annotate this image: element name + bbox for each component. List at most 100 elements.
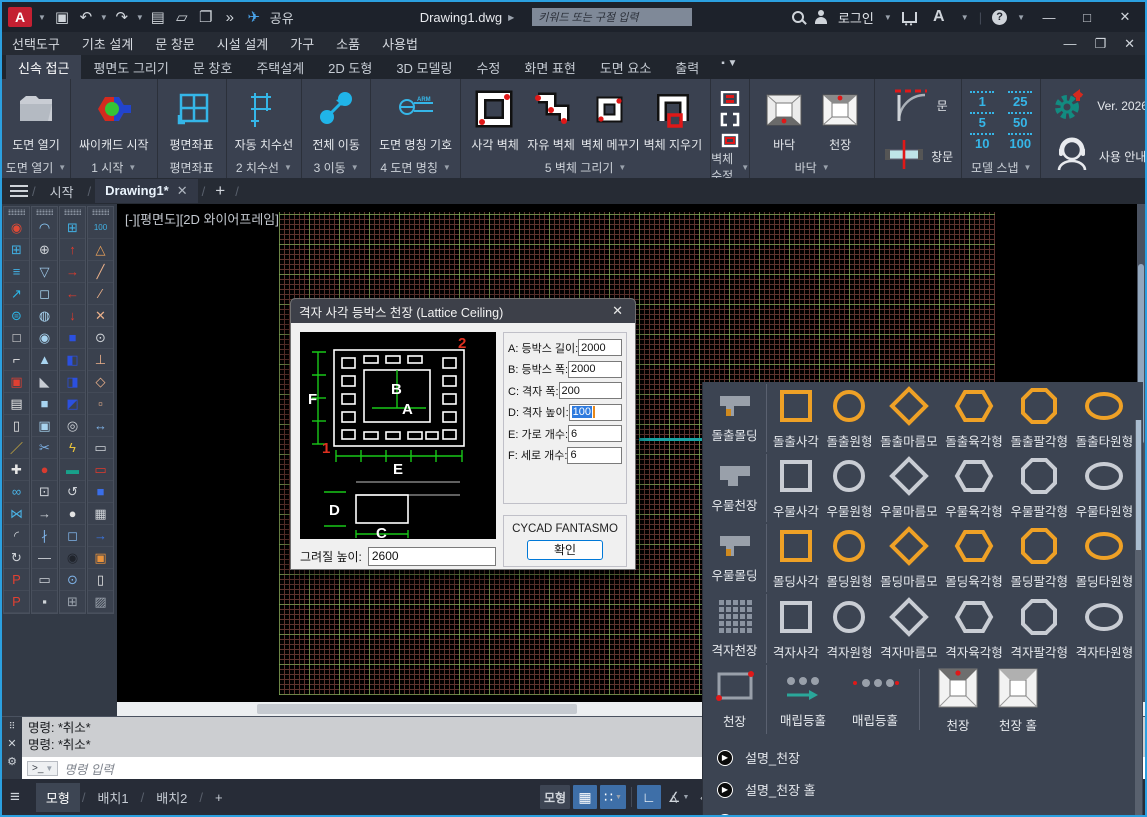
snap-triangle-icon[interactable]: △ — [88, 239, 113, 261]
status-menu-icon[interactable]: ≡ — [10, 787, 20, 807]
gallery-item[interactable]: 우물사각 — [773, 456, 819, 520]
union-icon[interactable]: ◉ — [32, 327, 57, 349]
ribbon-group-footer[interactable]: 5 벽체 그리기▼ — [461, 158, 710, 178]
gallery-item[interactable]: 격자육각형 — [945, 597, 1003, 661]
sphere-icon[interactable]: ● — [60, 503, 85, 525]
gallery-category[interactable]: 돌출몰딩 — [703, 384, 767, 452]
ribbon-group-footer[interactable]: 모델 스냅▼ — [962, 158, 1040, 178]
gallery-item[interactable]: 몰딩원형 — [826, 526, 872, 590]
cycad-start-icon[interactable]: ◉ — [4, 217, 29, 239]
ribbon-button-wallfill[interactable]: 벽체 메꾸기 — [581, 89, 640, 153]
ribbon-tab[interactable]: 3D 모델링 — [384, 55, 464, 79]
ribbon-tab[interactable]: 평면도 그리기 — [81, 55, 180, 79]
ribbon-overflow-icon[interactable]: ▪ ▼ — [711, 55, 747, 79]
legend-item[interactable]: ▶설명_천장 홀 — [717, 780, 1143, 799]
gallery-item[interactable]: 돌출원형 — [826, 386, 872, 450]
ribbon-button-windowic[interactable]: 창문 — [883, 134, 953, 178]
gallery-item[interactable]: 천장 홀 — [996, 666, 1040, 734]
erase-pencil-icon[interactable]: ／ — [4, 437, 29, 459]
more-icon[interactable]: » — [220, 9, 240, 26]
snap-quad-icon[interactable]: ◇ — [88, 371, 113, 393]
command-input[interactable]: 명령 입력 — [64, 759, 113, 778]
snap-line2-icon[interactable]: ∕ — [88, 283, 113, 305]
rotate-icon[interactable]: ↻ — [4, 547, 29, 569]
ribbon-button-plancoord[interactable]: 평면좌표 — [166, 89, 218, 153]
face-right-icon[interactable]: ◨ — [60, 371, 85, 393]
snap-value-button[interactable]: 100 — [1008, 133, 1032, 151]
tile-windows-icon[interactable]: ▦ — [88, 503, 113, 525]
ribbon-group-footer[interactable]: 4 도면 명칭▼ — [371, 158, 460, 178]
gallery-item[interactable]: 돌출팔각형 — [1010, 386, 1068, 450]
minimize-button[interactable]: — — [1035, 10, 1063, 25]
gallery-item[interactable]: 격자타원형 — [1076, 597, 1134, 661]
command-prompt-button[interactable]: >_▼ — [27, 761, 58, 776]
cart-icon[interactable] — [902, 12, 917, 23]
menu-item[interactable]: 시설 설계 — [217, 34, 268, 53]
wall-free-icon[interactable]: ⌐ — [4, 349, 29, 371]
orbit-icon[interactable]: ↺ — [60, 481, 85, 503]
viewport-label[interactable]: [-][평면도][2D 와이어프레임] — [125, 209, 279, 228]
ribbon-tab[interactable]: 2D 도형 — [316, 55, 384, 79]
wall-attach-right-icon[interactable]: → — [60, 261, 85, 283]
move-icon[interactable]: ✚ — [4, 459, 29, 481]
layout-tab-+[interactable]: + — [205, 785, 233, 810]
field-input[interactable]: 100 — [569, 404, 622, 421]
extend-icon[interactable]: → — [32, 503, 57, 525]
save-icon[interactable]: ▣ — [52, 8, 72, 26]
pyramid-icon[interactable]: ▲ — [32, 349, 57, 371]
gallery-item[interactable]: 매립등홀 — [775, 671, 831, 729]
gallery-item[interactable]: 천장 — [936, 666, 980, 734]
doc-restore-button[interactable]: ❐ — [1094, 36, 1106, 52]
drawing-title-icon[interactable]: ⊜ — [4, 305, 29, 327]
ribbon-button-folder[interactable]: 도면 열기 — [10, 89, 62, 153]
break-icon[interactable]: ∤ — [32, 525, 57, 547]
gallery-item[interactable]: 우물팔각형 — [1010, 456, 1068, 520]
cylinder-icon[interactable]: ⊙ — [60, 569, 85, 591]
menu-item[interactable]: 기초 설계 — [82, 34, 133, 53]
redo-icon[interactable]: ↷ — [112, 8, 132, 26]
draw-height-input[interactable]: 2600 — [368, 547, 496, 566]
gallery-item[interactable]: 몰딩타원형 — [1076, 526, 1134, 590]
window-select-icon[interactable]: ▭ — [32, 569, 57, 591]
ribbon-button-wallfree[interactable]: 자유 벽체 — [525, 89, 577, 153]
solid-cube-icon[interactable]: ■ — [60, 327, 85, 349]
dist-icon[interactable]: ↔ — [88, 415, 113, 437]
toolbar-grip[interactable] — [64, 209, 81, 215]
snap-value-button[interactable]: 10 — [970, 133, 994, 151]
undo-icon[interactable]: ↶ — [76, 8, 96, 26]
box3d-icon[interactable]: ◻ — [32, 283, 57, 305]
red-rect-icon[interactable]: ▭ — [88, 459, 113, 481]
gallery-category[interactable]: 우물몰딩 — [703, 524, 767, 592]
wallstack3-icon[interactable] — [719, 133, 741, 151]
grip-icon[interactable]: ▪ — [32, 591, 57, 613]
ribbon-button-door[interactable]: 문 — [889, 83, 948, 128]
app-logo[interactable]: A — [8, 7, 32, 27]
zoom-window-icon[interactable]: ◎ — [60, 415, 85, 437]
gallery-category[interactable]: 천장 — [703, 665, 767, 734]
share-plane-icon[interactable]: ✈ — [244, 8, 264, 26]
dim-icon[interactable]: ▭ — [88, 437, 113, 459]
measure-icon[interactable]: — — [32, 547, 57, 569]
snap-value-button[interactable]: 5 — [970, 112, 994, 130]
polygon-icon[interactable]: ▽ — [32, 261, 57, 283]
command-customize-wrench-icon[interactable]: ⚙ — [7, 755, 17, 768]
snap-mode-button[interactable]: ∷▼ — [600, 785, 626, 809]
doc-preview-icon[interactable]: ▯ — [88, 569, 113, 591]
search-icon[interactable] — [792, 11, 804, 23]
menu-item[interactable]: 선택도구 — [12, 34, 60, 53]
explode-icon[interactable]: ● — [32, 459, 57, 481]
ribbon-tab[interactable]: 도면 요소 — [588, 55, 663, 79]
gallery-scrollbar[interactable] — [1135, 420, 1142, 817]
grid-display-button[interactable]: ▦ — [573, 785, 597, 809]
gallery-item[interactable]: 돌출육각형 — [945, 386, 1003, 450]
ribbon-group-footer[interactable]: 2 치수선▼ — [227, 158, 302, 178]
help-icon[interactable]: ? — [992, 10, 1007, 25]
ribbon-button-cycad[interactable]: 싸이캐드 시작 — [79, 89, 149, 153]
legend-item[interactable]: ▶설명_천장 모양 — [717, 812, 1143, 817]
snap-value-button[interactable]: 50 — [1008, 112, 1032, 130]
toolbar-grip[interactable] — [92, 209, 109, 215]
model-paper-toggle[interactable]: 모형 — [540, 785, 570, 809]
gallery-item[interactable]: 격자사각 — [773, 597, 819, 661]
trim-scissors-icon[interactable]: ✂ — [32, 437, 57, 459]
arc-icon[interactable]: ◠ — [32, 217, 57, 239]
